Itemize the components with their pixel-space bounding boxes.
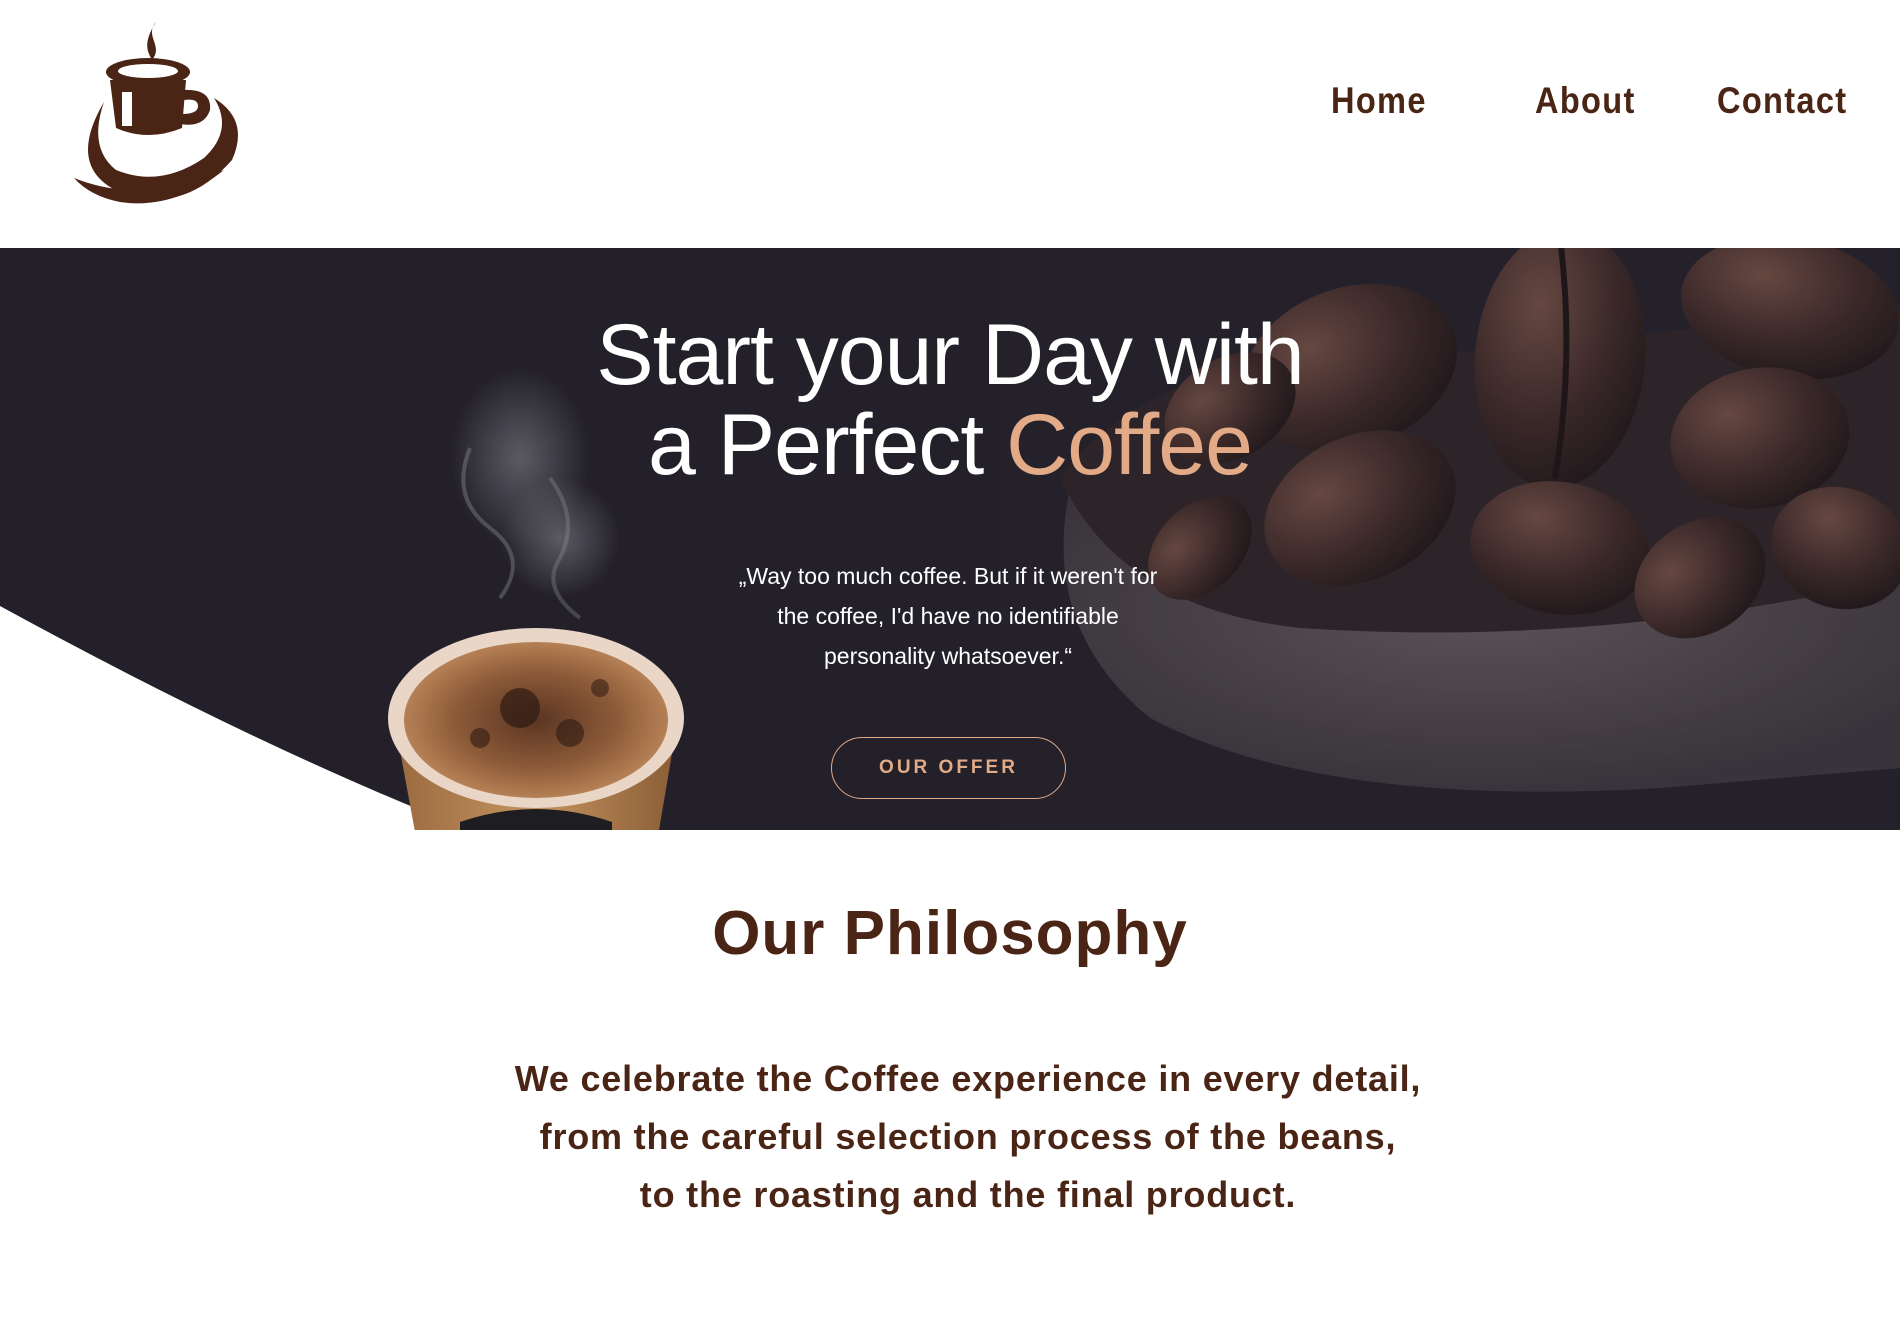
hero-title: Start your Day with a Perfect Coffee: [0, 310, 1900, 490]
philosophy-title: Our Philosophy: [712, 899, 1188, 968]
hero-quote-line1: „Way too much coffee. But if it weren't …: [738, 563, 1158, 589]
philosophy-line3: to the roasting and the final product.: [639, 1174, 1297, 1215]
coffee-cup-steam-image: [388, 628, 684, 830]
our-offer-button[interactable]: OUR OFFER: [831, 737, 1066, 799]
philosophy-line2: from the careful selection process of th…: [539, 1116, 1397, 1157]
philosophy-text: We celebrate the Coffee experience in ev…: [0, 1050, 1900, 1224]
nav-link-contact[interactable]: Contact: [1717, 80, 1847, 122]
philosophy-line1: We celebrate the Coffee experience in ev…: [514, 1058, 1422, 1099]
main-nav: Home About Contact: [0, 80, 1900, 130]
hero-title-line1: Start your Day with: [596, 307, 1304, 403]
hero-title-accent: Coffee: [1006, 397, 1253, 493]
hero-quote-line3: personality whatsoever.“: [823, 643, 1072, 669]
hero-title-line2-prefix: a Perfect: [648, 397, 1007, 493]
site-header: Home About Contact: [0, 0, 1900, 248]
hero-quote-line2: the coffee, I'd have no identifiable: [777, 603, 1119, 629]
nav-link-about[interactable]: About: [1535, 80, 1636, 122]
hero-section: Start your Day with a Perfect Coffee „Wa…: [0, 248, 1900, 830]
nav-link-home[interactable]: Home: [1331, 80, 1427, 122]
hero-quote: „Way too much coffee. But if it weren't …: [650, 556, 1246, 676]
